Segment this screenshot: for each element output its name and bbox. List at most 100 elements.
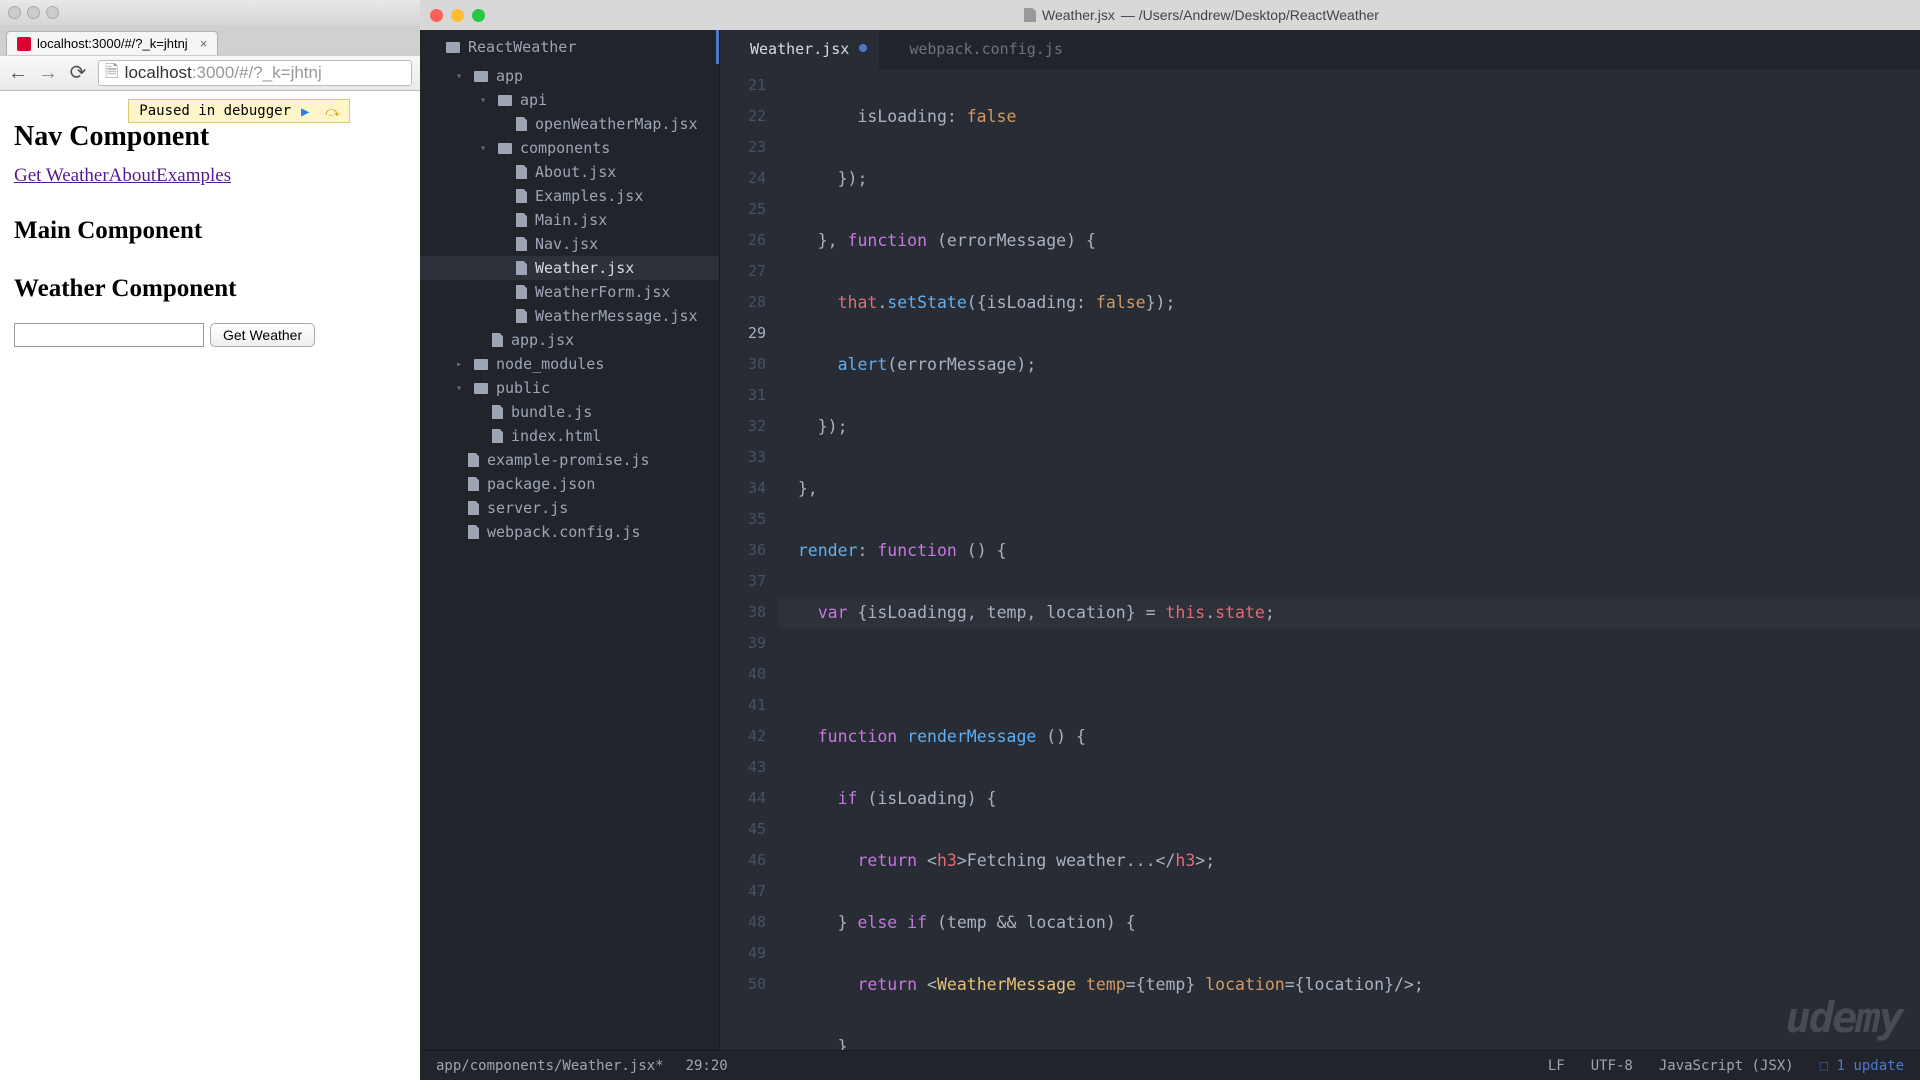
tree-file-weatherform[interactable]: WeatherForm.jsx	[420, 280, 719, 304]
traffic-light-min[interactable]	[451, 9, 464, 22]
tree-file-indexhtml[interactable]: index.html	[420, 424, 719, 448]
back-button[interactable]: ←	[8, 63, 28, 83]
tree-file-webpackconfig[interactable]: webpack.config.js	[420, 520, 719, 544]
folder-icon	[474, 359, 488, 370]
folder-icon	[498, 143, 512, 154]
status-lf[interactable]: LF	[1548, 1058, 1565, 1074]
tab-webpack[interactable]: webpack.config.js	[879, 30, 1093, 70]
status-lang[interactable]: JavaScript (JSX)	[1659, 1058, 1794, 1074]
browser-tab[interactable]: localhost:3000/#/?_k=jhtnj ×	[6, 31, 218, 55]
code-content[interactable]: isLoading: false }); }, function (errorM…	[778, 70, 1920, 1050]
file-icon	[492, 429, 503, 443]
code-area[interactable]: 2122232425262728293031323334353637383940…	[720, 70, 1920, 1050]
favicon-icon	[17, 37, 31, 51]
file-icon	[516, 165, 527, 179]
heading-main: Main Component	[14, 217, 406, 245]
traffic-light-max[interactable]	[46, 6, 59, 19]
tree-file-about[interactable]: About.jsx	[420, 160, 719, 184]
tree-file-nav[interactable]: Nav.jsx	[420, 232, 719, 256]
url-path: /#/?_k=jhtnj	[234, 63, 321, 83]
tree-file-main[interactable]: Main.jsx	[420, 208, 719, 232]
line-number: 28	[720, 287, 766, 318]
tree-label: About.jsx	[535, 163, 616, 181]
line-number: 43	[720, 752, 766, 783]
tree-file-bundle[interactable]: bundle.js	[420, 400, 719, 424]
link-examples[interactable]: Examples	[156, 165, 231, 186]
tree-label: webpack.config.js	[487, 523, 641, 541]
status-encoding[interactable]: UTF-8	[1591, 1058, 1633, 1074]
tree-file-openweathermap[interactable]: openWeatherMap.jsx	[420, 112, 719, 136]
tree-label: example-promise.js	[487, 451, 650, 469]
line-number: 27	[720, 256, 766, 287]
tree-file-weather[interactable]: Weather.jsx	[420, 256, 719, 280]
debugger-step-icon[interactable]: ⤼	[325, 104, 339, 118]
chevron-down-icon: ▾	[480, 143, 490, 154]
tab-label: webpack.config.js	[909, 40, 1063, 58]
link-about[interactable]: About	[109, 165, 157, 186]
link-get-weather[interactable]: Get Weather	[14, 165, 109, 186]
file-icon	[1024, 8, 1036, 22]
tree-label: components	[520, 139, 610, 157]
file-icon	[468, 525, 479, 539]
tree-label: Nav.jsx	[535, 235, 598, 253]
heading-nav: Nav Component	[14, 121, 406, 153]
line-number: 22	[720, 101, 766, 132]
traffic-light-close[interactable]	[8, 6, 21, 19]
status-update[interactable]: ⬚ 1 update	[1820, 1058, 1904, 1074]
file-icon	[516, 117, 527, 131]
tree-label: node_modules	[496, 355, 604, 373]
status-cursor: 29:20	[686, 1058, 728, 1074]
tree-folder-node-modules[interactable]: ▸ node_modules	[420, 352, 719, 376]
traffic-light-close[interactable]	[430, 9, 443, 22]
tree-folder-components[interactable]: ▾ components	[420, 136, 719, 160]
tree-file-serverjs[interactable]: server.js	[420, 496, 719, 520]
tree-label: Examples.jsx	[535, 187, 643, 205]
debugger-resume-icon[interactable]: ▶	[301, 104, 315, 118]
editor-tabs: Weather.jsx webpack.config.js	[720, 30, 1920, 70]
line-number: 33	[720, 442, 766, 473]
tree-folder-app[interactable]: ▾app	[420, 64, 719, 88]
file-icon	[516, 213, 527, 227]
tree-folder-public[interactable]: ▾public	[420, 376, 719, 400]
location-input[interactable]	[14, 323, 204, 347]
tree-label: server.js	[487, 499, 568, 517]
line-number: 32	[720, 411, 766, 442]
tab-weather[interactable]: Weather.jsx	[720, 30, 879, 70]
chevron-right-icon: ▸	[456, 359, 466, 370]
line-number: 25	[720, 194, 766, 225]
tree-file-examplepromise[interactable]: example-promise.js	[420, 448, 719, 472]
url-input[interactable]: 🗎 localhost:3000/#/?_k=jhtnj	[98, 60, 412, 86]
tree-root-label: ReactWeather	[468, 38, 576, 56]
editor-body: ReactWeather ▾app ▾api openWeatherMap.js…	[420, 30, 1920, 1050]
editor-main: Weather.jsx webpack.config.js 2122232425…	[720, 30, 1920, 1050]
reload-button[interactable]: ⟳	[68, 63, 88, 83]
file-tree[interactable]: ReactWeather ▾app ▾api openWeatherMap.js…	[420, 30, 720, 1050]
tab-title: localhost:3000/#/?_k=jhtnj	[37, 36, 188, 51]
tree-file-weathermessage[interactable]: WeatherMessage.jsx	[420, 304, 719, 328]
close-icon[interactable]: ×	[200, 36, 208, 51]
get-weather-button[interactable]: Get Weather	[210, 323, 315, 347]
tree-folder-api[interactable]: ▾api	[420, 88, 719, 112]
tree-root[interactable]: ReactWeather	[420, 30, 719, 64]
tree-file-appjsx[interactable]: app.jsx	[420, 328, 719, 352]
line-number: 26	[720, 225, 766, 256]
tree-file-examples[interactable]: Examples.jsx	[420, 184, 719, 208]
line-number: 46	[720, 845, 766, 876]
status-path: app/components/Weather.jsx*	[436, 1058, 664, 1074]
traffic-light-max[interactable]	[472, 9, 485, 22]
tree-label: public	[496, 379, 550, 397]
page-icon: 🗎	[105, 60, 119, 86]
file-icon	[468, 453, 479, 467]
tree-file-packagejson[interactable]: package.json	[420, 472, 719, 496]
url-port: :3000	[192, 63, 235, 83]
status-update-label: 1 update	[1837, 1058, 1904, 1074]
line-number: 39	[720, 628, 766, 659]
tree-label: app.jsx	[511, 331, 574, 349]
line-gutter: 2122232425262728293031323334353637383940…	[720, 70, 778, 1050]
line-number: 31	[720, 380, 766, 411]
tree-label: index.html	[511, 427, 601, 445]
title-path: — /Users/Andrew/Desktop/ReactWeather	[1121, 7, 1379, 23]
chevron-down-icon: ▾	[456, 71, 466, 82]
file-icon	[492, 405, 503, 419]
traffic-light-min[interactable]	[27, 6, 40, 19]
